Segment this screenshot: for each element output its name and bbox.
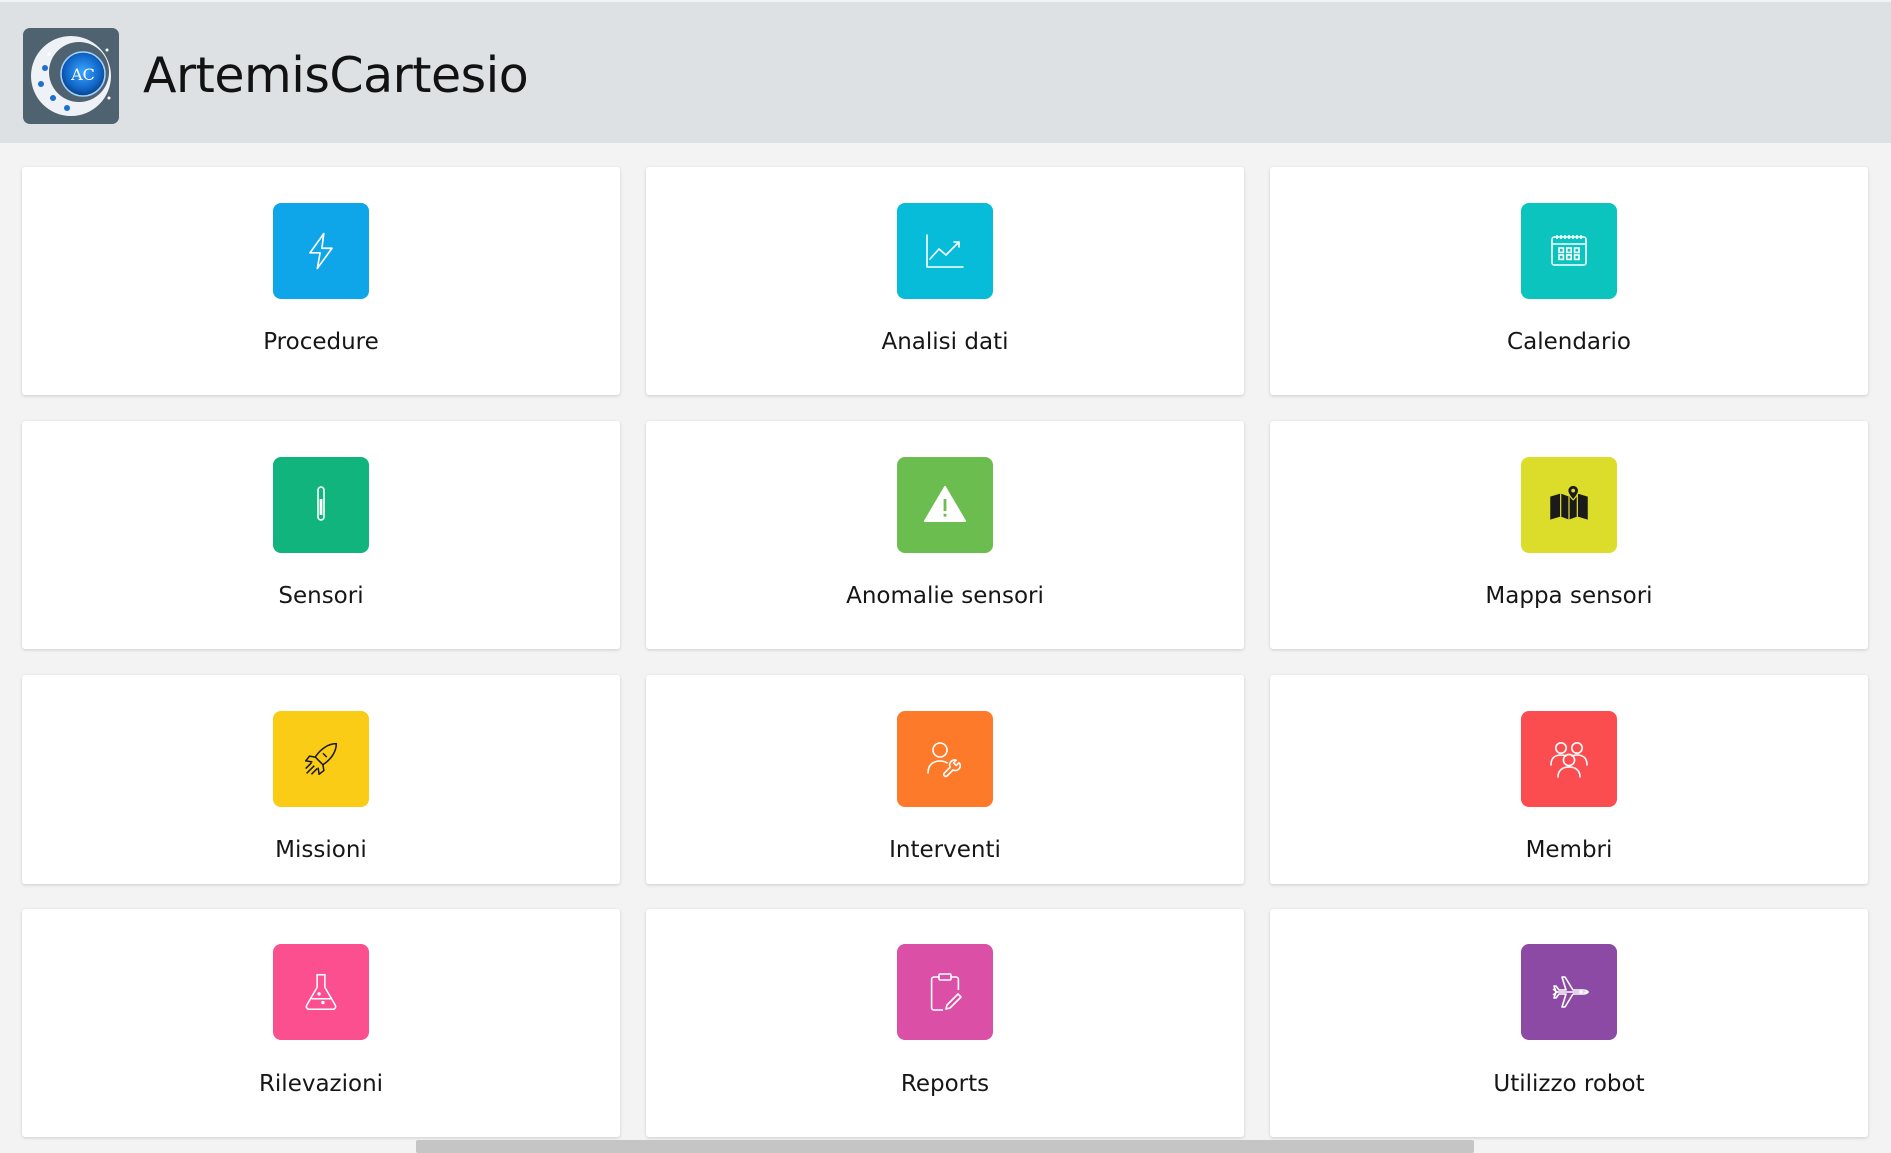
app-title: ArtemisCartesio — [143, 47, 529, 104]
tile-mappa-sensori-label: Mappa sensori — [1485, 583, 1653, 609]
tile-membri[interactable]: Membri — [1270, 675, 1868, 884]
tile-membri-label: Membri — [1525, 837, 1613, 863]
tile-rilevazioni-icon-box — [273, 944, 369, 1040]
tile-anomalie-sensori[interactable]: Anomalie sensori — [646, 421, 1244, 649]
calendar-icon — [1551, 235, 1587, 266]
tile-analisi-dati[interactable]: Analisi dati — [646, 167, 1244, 395]
tile-calendario-icon-box — [1521, 203, 1617, 299]
tile-reports-icon-box — [897, 944, 993, 1040]
user-wrench-icon — [927, 742, 962, 778]
tile-interventi[interactable]: Interventi — [646, 675, 1244, 884]
tile-anomalie-sensori-icon-box — [897, 457, 993, 553]
tile-missioni-icon-box — [273, 711, 369, 807]
tile-procedure-icon-box — [273, 203, 369, 299]
tile-sensori-label: Sensori — [278, 583, 364, 609]
tile-reports[interactable]: Reports — [646, 909, 1244, 1137]
tile-utilizzo-robot[interactable]: Utilizzo robot — [1270, 909, 1868, 1137]
tile-reports-label: Reports — [900, 1071, 990, 1097]
tile-utilizzo-robot-icon-box — [1521, 944, 1617, 1040]
warning-icon — [924, 486, 966, 522]
jet-icon — [1552, 976, 1589, 1008]
users-icon — [1550, 742, 1588, 778]
map-pin-icon — [1550, 484, 1588, 520]
horizontal-scrollbar[interactable] — [416, 1140, 1474, 1153]
tile-interventi-icon-box — [897, 711, 993, 807]
app-logo[interactable]: AC — [23, 28, 119, 124]
tile-analisi-dati-label: Analisi dati — [881, 329, 1009, 355]
tile-calendario[interactable]: Calendario — [1270, 167, 1868, 395]
tile-membri-icon-box — [1521, 711, 1617, 807]
tile-utilizzo-robot-label: Utilizzo robot — [1493, 1071, 1645, 1097]
rocket-icon — [304, 742, 338, 776]
thermometer-icon — [317, 486, 325, 521]
flask-icon — [305, 973, 337, 1011]
lightning-icon — [309, 232, 333, 270]
tile-anomalie-sensori-label: Anomalie sensori — [846, 583, 1044, 609]
tile-analisi-dati-icon-box — [897, 203, 993, 299]
tile-interventi-label: Interventi — [889, 837, 1001, 863]
tile-missioni-label: Missioni — [275, 837, 367, 863]
tile-procedure-label: Procedure — [263, 329, 379, 355]
tile-sensori-icon-box — [273, 457, 369, 553]
tile-rilevazioni[interactable]: Rilevazioni — [22, 909, 620, 1137]
tile-sensori[interactable]: Sensori — [22, 421, 620, 649]
tile-procedure[interactable]: Procedure — [22, 167, 620, 395]
tile-calendario-label: Calendario — [1507, 329, 1631, 355]
chart-line-icon — [926, 234, 964, 268]
clipboard-edit-icon — [930, 973, 962, 1011]
tile-rilevazioni-label: Rilevazioni — [258, 1071, 384, 1097]
tile-mappa-sensori[interactable]: Mappa sensori — [1270, 421, 1868, 649]
tile-mappa-sensori-icon-box — [1521, 457, 1617, 553]
logo-text: AC — [70, 65, 95, 84]
tile-missioni[interactable]: Missioni — [22, 675, 620, 884]
top-bar: AC ArtemisCartesio — [0, 2, 1891, 143]
